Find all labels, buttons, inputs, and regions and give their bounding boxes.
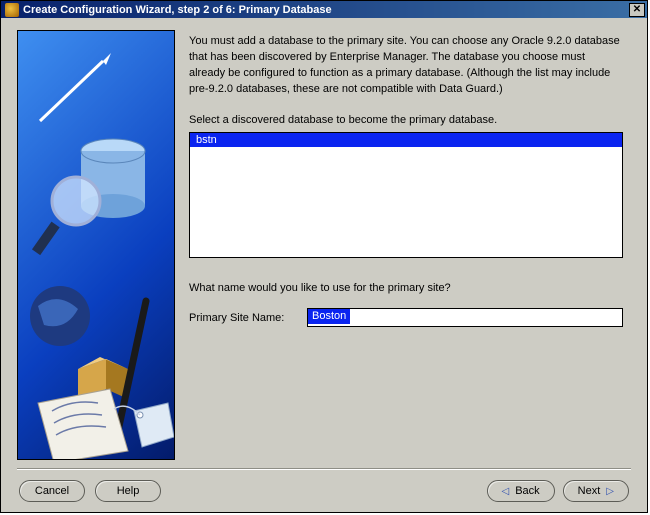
site-name-label: Primary Site Name:: [189, 312, 299, 324]
primary-site-name-input[interactable]: Boston: [307, 308, 623, 327]
main-area: You must add a database to the primary s…: [1, 18, 647, 468]
list-item[interactable]: bstn: [190, 133, 622, 147]
wizard-window: Create Configuration Wizard, step 2 of 6…: [0, 0, 648, 513]
next-button[interactable]: Next ▷: [563, 480, 629, 502]
select-database-label: Select a discovered database to become t…: [189, 114, 623, 126]
database-listbox[interactable]: bstn: [189, 132, 623, 258]
close-icon[interactable]: ✕: [629, 3, 645, 17]
site-name-row: Primary Site Name: Boston: [189, 308, 623, 327]
footer-bar: Cancel Help ◁ Back Next ▷: [1, 470, 647, 512]
window-title: Create Configuration Wizard, step 2 of 6…: [23, 4, 629, 16]
site-name-prompt: What name would you like to use for the …: [189, 282, 623, 294]
help-button-label: Help: [117, 485, 140, 497]
back-button[interactable]: ◁ Back: [487, 480, 555, 502]
cancel-button-label: Cancel: [35, 485, 69, 497]
back-button-label: Back: [515, 485, 539, 497]
title-bar: Create Configuration Wizard, step 2 of 6…: [1, 1, 647, 18]
next-button-label: Next: [578, 485, 601, 497]
chevron-left-icon: ◁: [502, 486, 510, 497]
app-icon: [5, 3, 19, 17]
wizard-side-graphic: [17, 30, 175, 460]
chevron-right-icon: ▷: [606, 486, 614, 497]
cancel-button[interactable]: Cancel: [19, 480, 85, 502]
content-pane: You must add a database to the primary s…: [175, 30, 631, 460]
intro-text: You must add a database to the primary s…: [189, 34, 623, 98]
help-button[interactable]: Help: [95, 480, 161, 502]
